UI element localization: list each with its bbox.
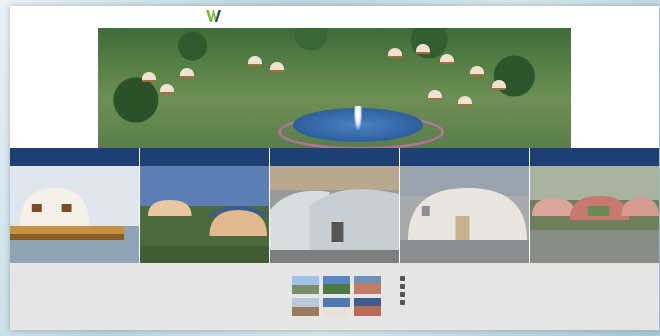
gallery-thumbnail[interactable] — [323, 298, 350, 316]
category-label — [10, 148, 139, 166]
category-card-4[interactable] — [399, 148, 529, 263]
footer-gallery — [292, 271, 381, 316]
resort-domes-photo — [140, 166, 269, 263]
hero-dome — [470, 66, 484, 76]
hero-banner — [98, 28, 571, 148]
category-label — [270, 148, 399, 166]
category-label — [140, 148, 269, 166]
contact-row — [400, 292, 408, 297]
gallery-thumbnail[interactable] — [354, 298, 381, 316]
category-card-5[interactable] — [529, 148, 659, 263]
hero-dome — [492, 80, 506, 90]
hero-dome — [248, 56, 262, 66]
hero-dome — [428, 90, 442, 100]
dome-warehouse-photo — [400, 166, 529, 263]
mail-icon — [400, 292, 405, 297]
hero-dome — [180, 68, 194, 78]
category-label — [530, 148, 659, 166]
phone-icon — [400, 276, 405, 281]
gallery-thumbnail[interactable] — [323, 276, 350, 294]
dome-village-photo — [530, 166, 659, 263]
category-card-3[interactable] — [269, 148, 399, 263]
hero-dome — [440, 54, 454, 64]
fax-icon — [400, 284, 405, 289]
gallery-thumbnail[interactable] — [292, 276, 319, 294]
gallery-thumbnail[interactable] — [292, 298, 319, 316]
contact-row — [400, 300, 408, 305]
category-card-2[interactable] — [139, 148, 269, 263]
location-icon — [400, 300, 405, 305]
gallery-thumbs — [292, 276, 381, 316]
category-card-1[interactable] — [10, 148, 139, 263]
quonset-hall-photo — [270, 166, 399, 263]
hero-dome — [416, 44, 430, 54]
footer-contact — [400, 271, 408, 308]
hero-dome — [388, 48, 402, 58]
contact-row — [400, 276, 408, 281]
hero-dome — [458, 96, 472, 106]
footer-about — [206, 271, 284, 276]
hero-dome — [142, 72, 156, 82]
hero-dome — [160, 84, 174, 94]
contact-row — [400, 284, 408, 289]
web-page — [10, 6, 659, 330]
hero-dome — [270, 62, 284, 72]
category-label — [400, 148, 529, 166]
hero-fountain — [354, 106, 362, 130]
site-footer — [10, 263, 659, 330]
product-categories — [10, 148, 659, 263]
gallery-thumbnail[interactable] — [354, 276, 381, 294]
logo-w-icon — [206, 10, 221, 22]
site-logo[interactable] — [206, 10, 224, 22]
floating-dome-photo — [10, 166, 139, 263]
site-header — [10, 6, 659, 28]
